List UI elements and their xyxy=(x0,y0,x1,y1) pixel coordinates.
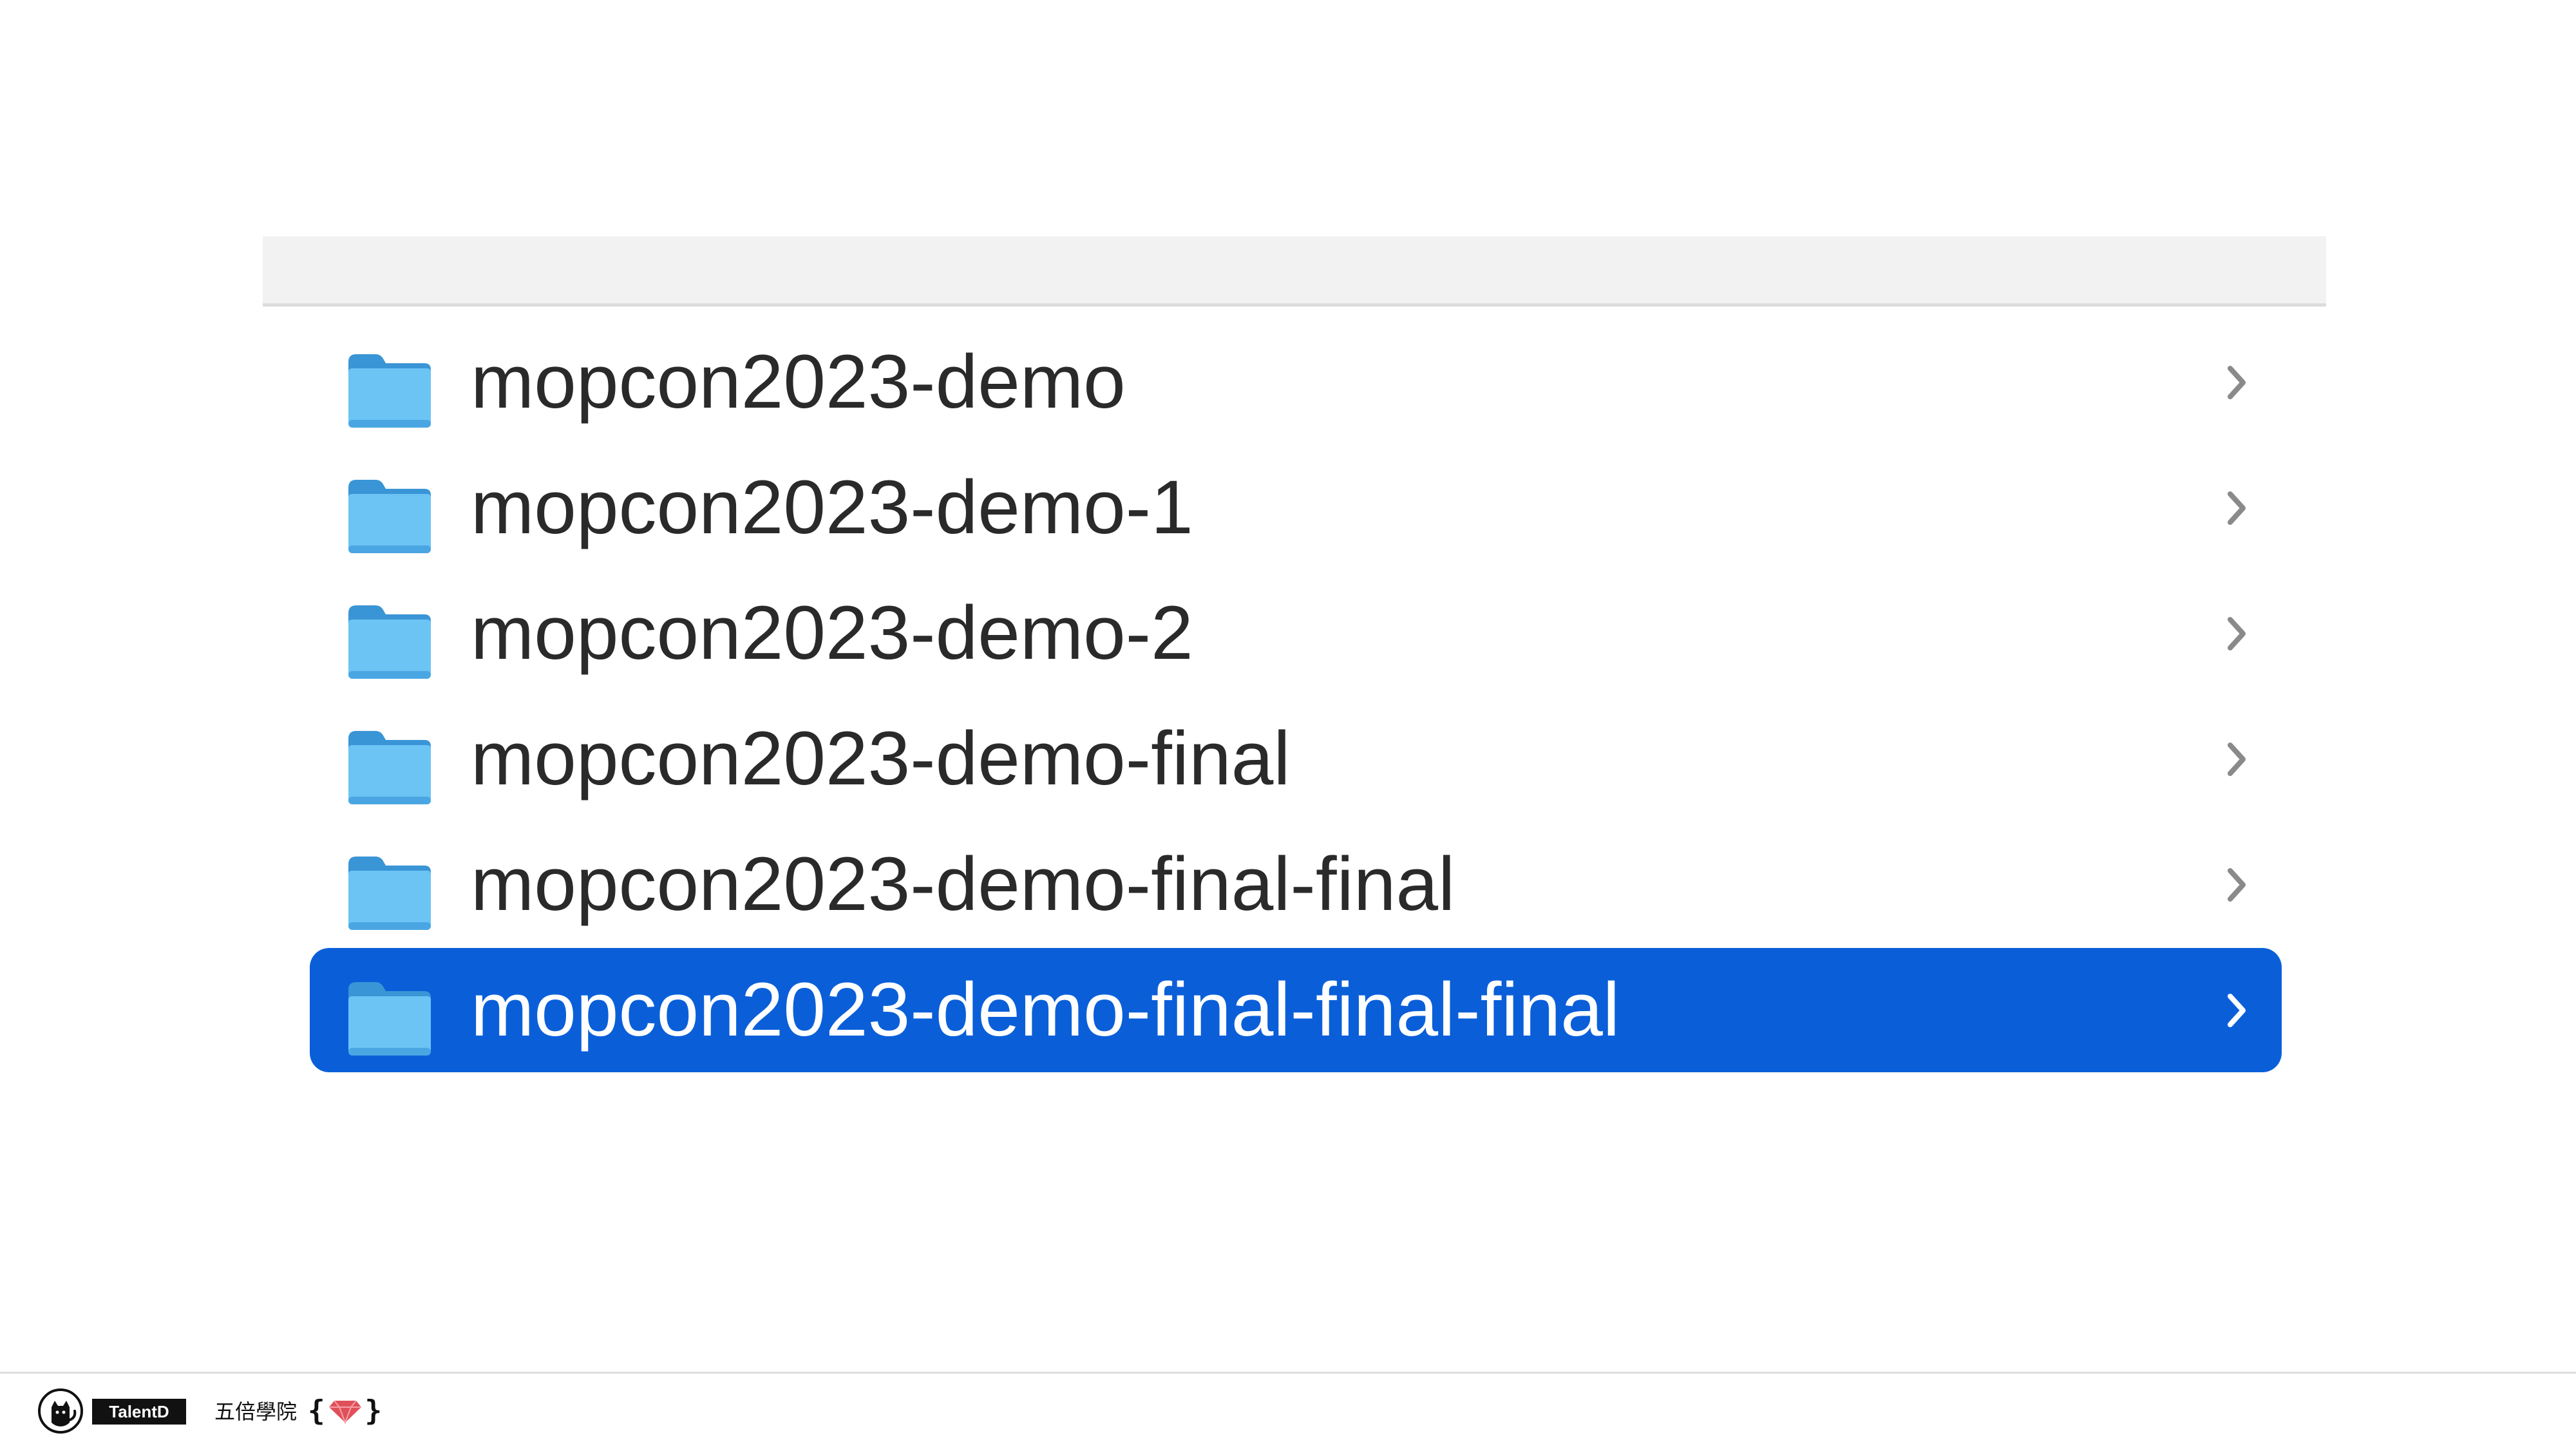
folder-name: mopcon2023-demo-2 xyxy=(471,591,1193,676)
cat-logo-icon xyxy=(38,1388,83,1434)
chevron-right-icon xyxy=(2228,868,2246,902)
chevron-right-icon xyxy=(2228,491,2246,525)
talentd-badge: TalentD xyxy=(92,1399,186,1425)
folder-row[interactable]: mopcon2023-demo-final-final xyxy=(310,822,2282,947)
folder-name: mopcon2023-demo-final-final xyxy=(471,842,1455,927)
folder-name: mopcon2023-demo-1 xyxy=(471,465,1193,550)
file-list: mopcon2023-demo mopcon2023-demo-1 mopcon… xyxy=(310,320,2282,1074)
brace-close: } xyxy=(365,1394,383,1427)
school-name: 五倍學院 xyxy=(214,1399,298,1424)
folder-row-selected[interactable]: mopcon2023-demo-final-final-final xyxy=(310,948,2282,1072)
folder-row[interactable]: mopcon2023-demo-final xyxy=(310,697,2282,821)
folder-name: mopcon2023-demo-final xyxy=(471,716,1291,801)
folder-icon xyxy=(348,857,431,930)
folder-row[interactable]: mopcon2023-demo xyxy=(310,320,2282,444)
brace-open: { xyxy=(308,1394,325,1427)
chevron-right-icon xyxy=(2228,617,2246,650)
folder-name: mopcon2023-demo-final-final-final xyxy=(471,967,1620,1052)
folder-icon xyxy=(348,982,431,1056)
slide: mopcon2023-demo mopcon2023-demo-1 mopcon… xyxy=(0,0,2576,1449)
folder-icon xyxy=(348,731,431,804)
folder-row[interactable]: mopcon2023-demo-2 xyxy=(310,571,2282,696)
chevron-right-icon xyxy=(2228,994,2246,1027)
folder-icon xyxy=(348,605,431,679)
folder-row[interactable]: mopcon2023-demo-1 xyxy=(310,446,2282,570)
ruby-gem-icon xyxy=(328,1400,361,1424)
footer: TalentD 五倍學院 { } xyxy=(0,1374,2576,1449)
column-header xyxy=(263,236,2326,307)
folder-name: mopcon2023-demo xyxy=(471,339,1126,424)
chevron-right-icon xyxy=(2228,366,2246,399)
chevron-right-icon xyxy=(2228,743,2246,776)
folder-icon xyxy=(348,480,431,553)
brace-gem-logo: { } xyxy=(308,1393,382,1429)
folder-icon xyxy=(348,354,431,428)
finder-column-view: mopcon2023-demo mopcon2023-demo-1 mopcon… xyxy=(263,236,2326,1119)
